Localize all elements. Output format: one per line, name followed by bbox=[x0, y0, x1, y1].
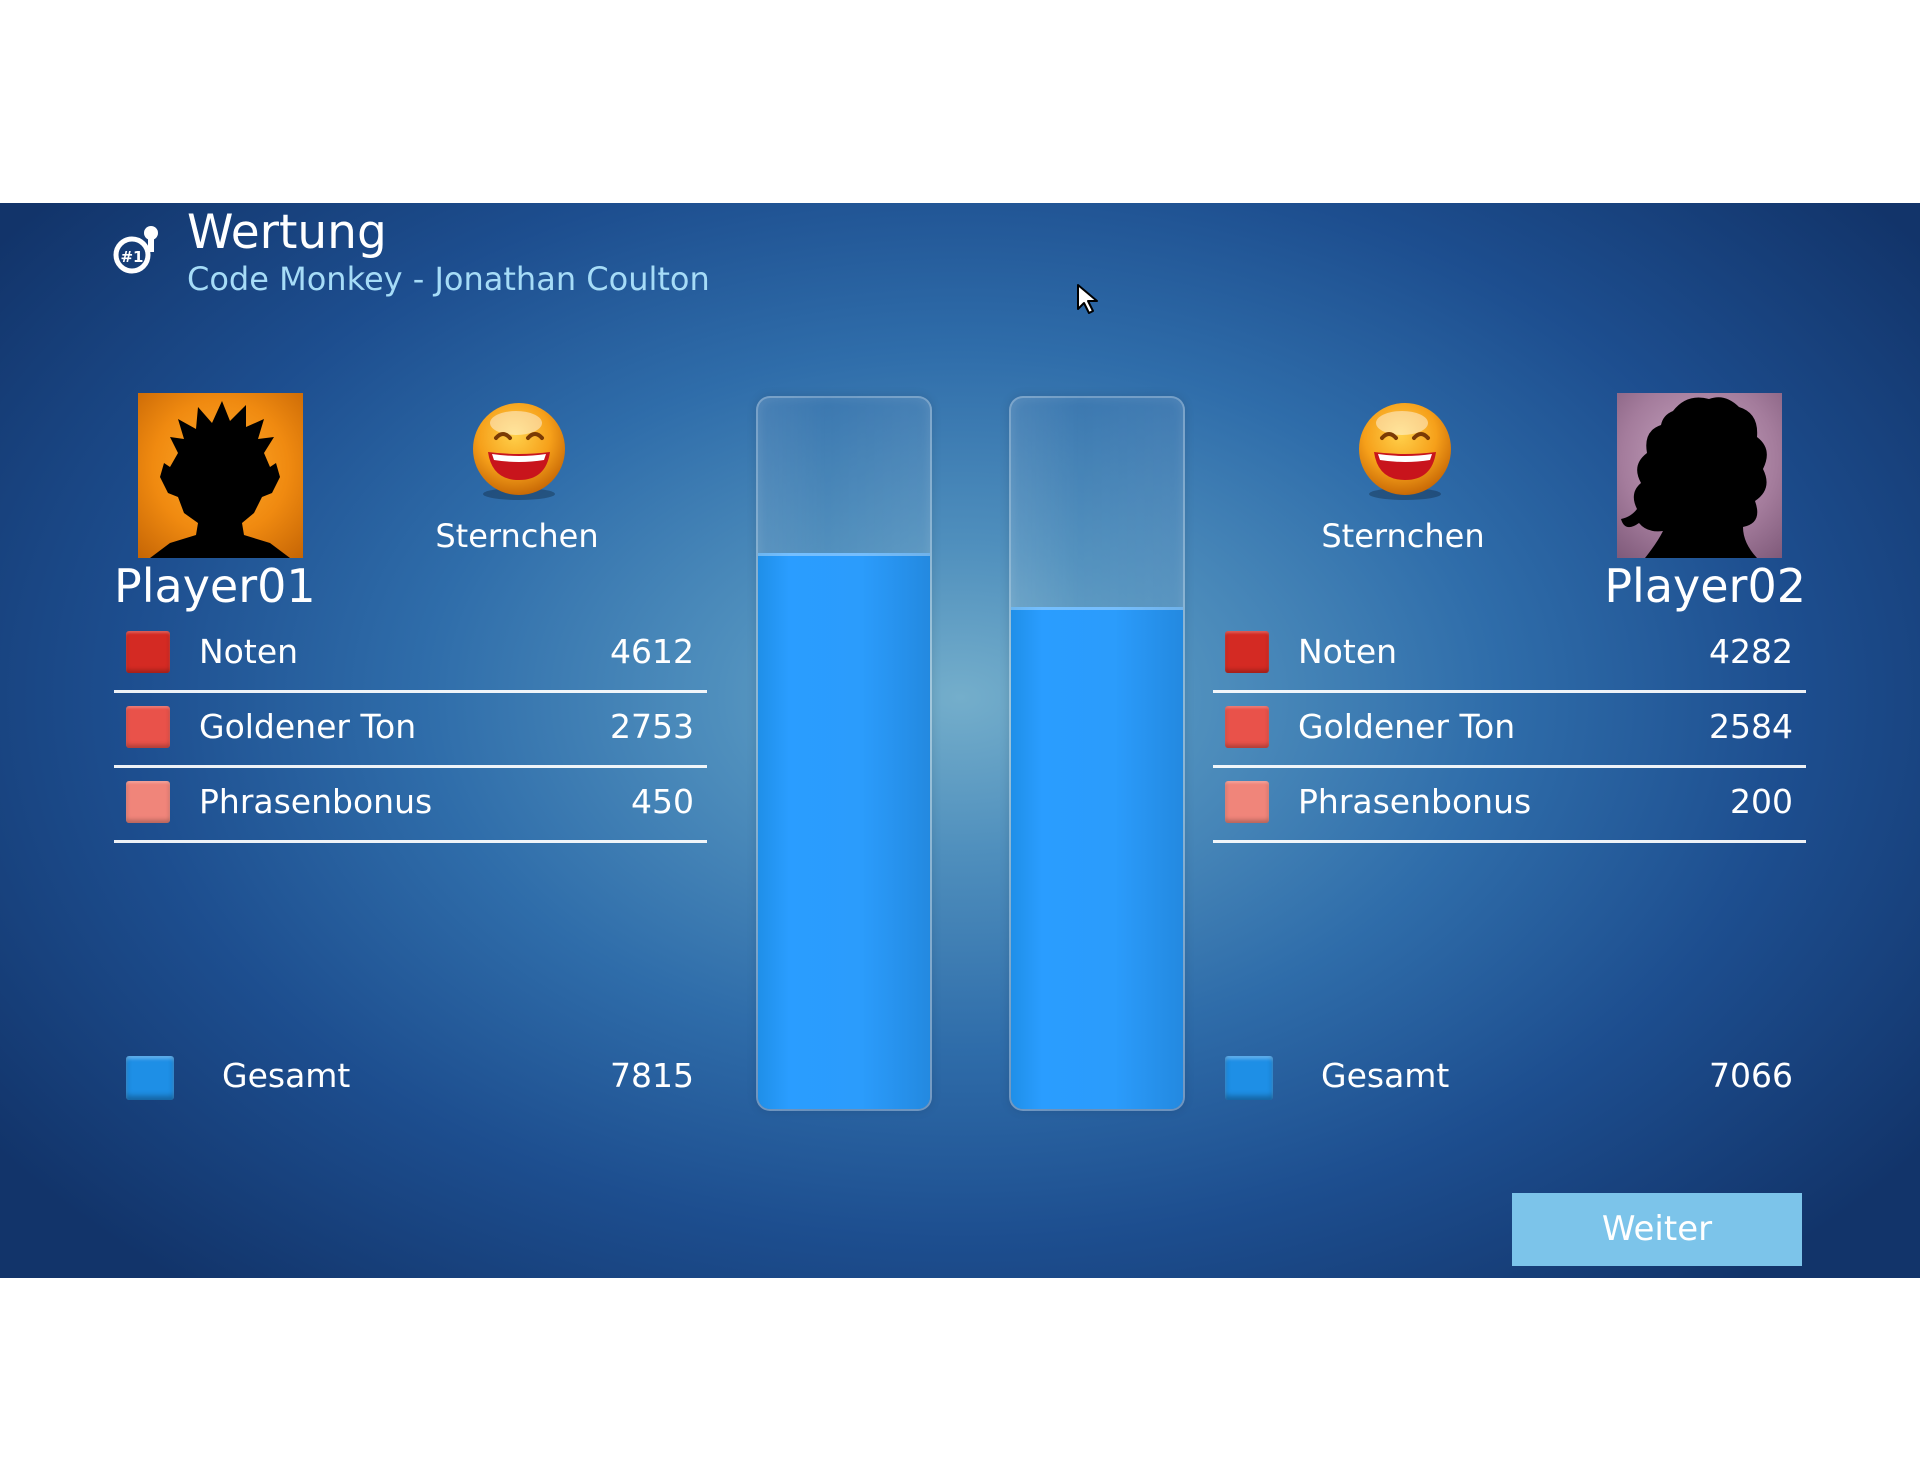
total-label: Gesamt bbox=[1321, 1056, 1450, 1095]
row-value: 2753 bbox=[610, 707, 694, 746]
player2-name: Player02 bbox=[1604, 559, 1806, 613]
notes-color-swatch bbox=[126, 631, 170, 673]
score-row-notes: Noten 4612 bbox=[114, 618, 707, 693]
row-value: 450 bbox=[631, 782, 694, 821]
phrase-bonus-color-swatch bbox=[1225, 781, 1269, 823]
score-screen: #1 Wertung Code Monkey - Jonathan Coulto… bbox=[0, 203, 1920, 1278]
score-row-phrase-bonus: Phrasenbonus 450 bbox=[114, 768, 707, 843]
score-row-notes: Noten 4282 bbox=[1213, 618, 1806, 693]
microphone-number-one-icon: #1 bbox=[113, 226, 158, 274]
player2-score-table: Noten 4282 Goldener Ton 2584 Phrasenbonu… bbox=[1213, 618, 1806, 843]
total-color-swatch bbox=[126, 1056, 174, 1100]
player2-rating-label: Sternchen bbox=[1321, 517, 1485, 555]
row-value: 4612 bbox=[610, 632, 694, 671]
player1-score-bar-fill bbox=[758, 553, 930, 1109]
player1-score-bar bbox=[756, 396, 932, 1111]
row-label: Noten bbox=[1298, 632, 1398, 671]
player2-score-bar-fill bbox=[1011, 606, 1183, 1109]
row-value: 2584 bbox=[1709, 707, 1793, 746]
song-subtitle: Code Monkey - Jonathan Coulton bbox=[187, 260, 710, 298]
total-color-swatch bbox=[1225, 1056, 1273, 1100]
golden-note-color-swatch bbox=[1225, 706, 1269, 748]
row-label: Phrasenbonus bbox=[1298, 782, 1532, 821]
notes-color-swatch bbox=[1225, 631, 1269, 673]
boy-silhouette-icon bbox=[150, 401, 290, 558]
player1-score-table: Noten 4612 Goldener Ton 2753 Phrasenbonu… bbox=[114, 618, 707, 843]
row-value: 200 bbox=[1730, 782, 1793, 821]
row-label: Noten bbox=[199, 632, 299, 671]
player2-total-row: Gesamt 7066 bbox=[1213, 1048, 1806, 1108]
row-label: Phrasenbonus bbox=[199, 782, 433, 821]
phrase-bonus-color-swatch bbox=[126, 781, 170, 823]
player2-score-bar bbox=[1009, 396, 1185, 1111]
grinning-smiley-icon bbox=[473, 403, 565, 500]
girl-silhouette-icon bbox=[1621, 397, 1767, 558]
score-row-phrase-bonus: Phrasenbonus 200 bbox=[1213, 768, 1806, 843]
player2-avatar bbox=[1617, 393, 1782, 558]
score-row-golden-note: Goldener Ton 2584 bbox=[1213, 693, 1806, 768]
row-value: 4282 bbox=[1709, 632, 1793, 671]
total-label: Gesamt bbox=[222, 1056, 351, 1095]
grinning-smiley-icon bbox=[1359, 403, 1451, 500]
player1-avatar bbox=[138, 393, 303, 558]
total-value: 7066 bbox=[1709, 1056, 1793, 1095]
page-title: Wertung bbox=[187, 205, 387, 260]
svg-text:#1: #1 bbox=[120, 248, 143, 266]
continue-button[interactable]: Weiter bbox=[1512, 1193, 1802, 1266]
total-value: 7815 bbox=[610, 1056, 694, 1095]
row-label: Goldener Ton bbox=[199, 707, 417, 746]
player1-rating-label: Sternchen bbox=[435, 517, 599, 555]
mouse-cursor-icon bbox=[1077, 284, 1098, 314]
player1-total-row: Gesamt 7815 bbox=[114, 1048, 707, 1108]
golden-note-color-swatch bbox=[126, 706, 170, 748]
player1-name: Player01 bbox=[114, 559, 316, 613]
score-row-golden-note: Goldener Ton 2753 bbox=[114, 693, 707, 768]
row-label: Goldener Ton bbox=[1298, 707, 1516, 746]
